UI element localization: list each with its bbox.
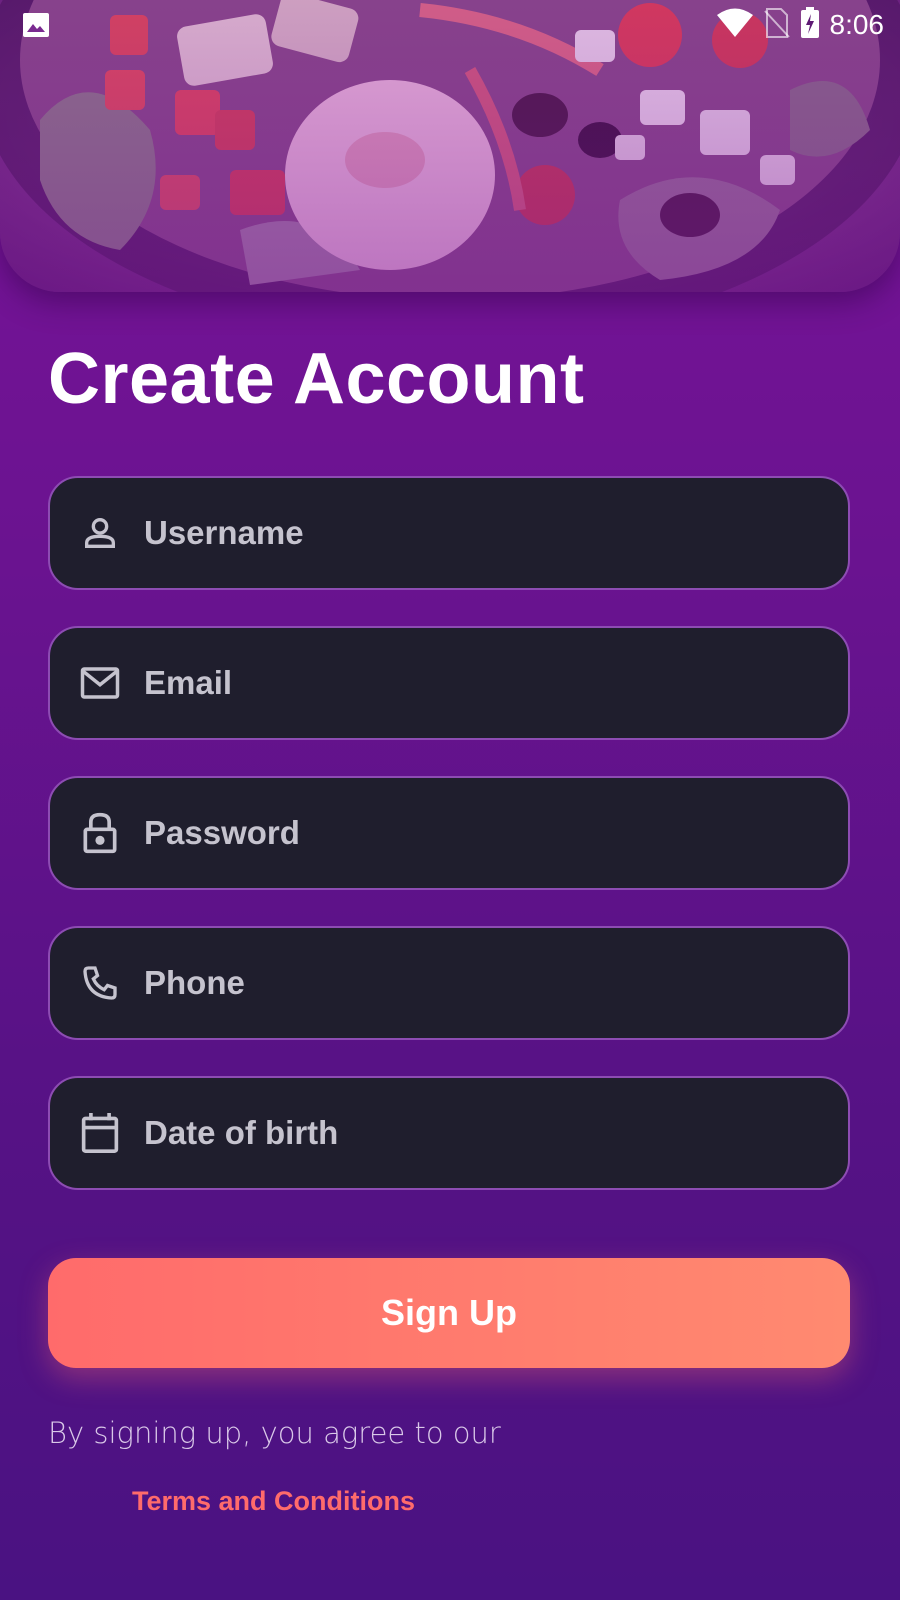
no-sim-icon <box>763 7 790 43</box>
phone-field[interactable] <box>48 926 850 1040</box>
password-field[interactable] <box>48 776 850 890</box>
wifi-icon <box>716 8 754 43</box>
sign-up-button[interactable]: Sign Up <box>48 1258 850 1368</box>
lock-icon <box>78 811 122 855</box>
date-of-birth-field[interactable] <box>48 1076 850 1190</box>
mail-icon <box>78 661 122 705</box>
gallery-icon <box>22 12 50 43</box>
phone-input[interactable] <box>144 928 848 1038</box>
username-field[interactable] <box>48 476 850 590</box>
password-input[interactable] <box>144 778 848 888</box>
agreement-text: By signing up, you agree to our <box>48 1416 501 1450</box>
email-field[interactable] <box>48 626 850 740</box>
calendar-icon <box>78 1111 122 1155</box>
page-title: Create Account <box>48 339 585 419</box>
status-time: 8:06 <box>829 9 885 40</box>
phone-icon <box>78 961 122 1005</box>
person-icon <box>78 511 122 555</box>
terms-and-conditions-link[interactable]: Terms and Conditions <box>132 1486 415 1517</box>
email-input[interactable] <box>144 628 848 738</box>
status-bar: 8:06 <box>0 0 900 50</box>
date-of-birth-input[interactable] <box>144 1078 848 1188</box>
status-icons: 8:06 <box>716 6 885 44</box>
username-input[interactable] <box>144 478 848 588</box>
battery-charging-icon <box>800 6 820 44</box>
